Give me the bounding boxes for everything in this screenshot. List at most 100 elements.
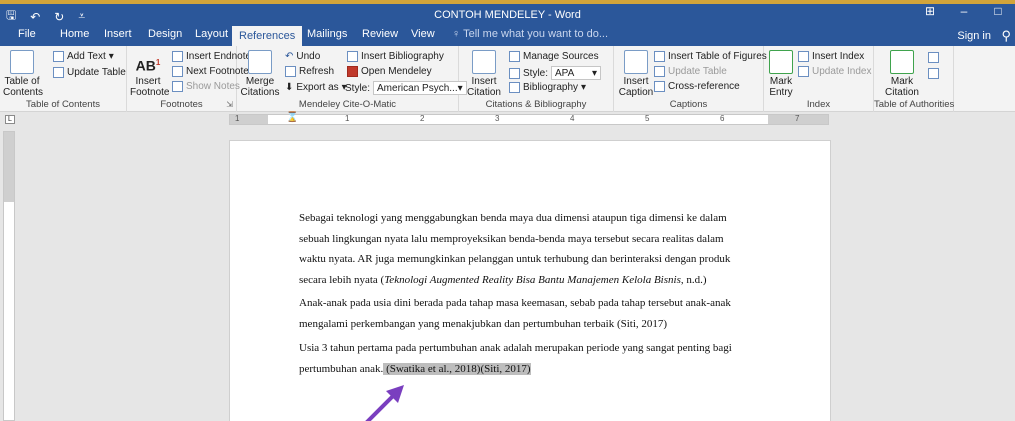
update-index-button[interactable]: Update Index: [798, 66, 872, 77]
paragraph-1-line-4: secara lebih nyata (Teknologi Augmented …: [299, 273, 707, 286]
endnote-icon: [172, 51, 183, 62]
citation-style-dropdown[interactable]: APA ▾: [551, 66, 602, 80]
window-controls: ⊞ – □: [913, 4, 1015, 18]
dropdown-arrow-icon: ▾: [591, 67, 598, 79]
ruler-number: 3: [495, 114, 500, 123]
insert-footnote-button[interactable]: AB1 Insert Footnote: [130, 50, 169, 98]
accent-strip: [0, 0, 1015, 4]
bibliography-button[interactable]: Bibliography ▾: [509, 82, 586, 93]
export-as-button[interactable]: ⬇ Export as ▾: [285, 82, 347, 93]
bibliography-icon: [509, 82, 520, 93]
mark-citation-icon: [890, 50, 914, 74]
update-authorities-icon[interactable]: [928, 68, 939, 79]
tab-selector[interactable]: L: [5, 115, 15, 124]
footnote-icon: AB1: [135, 57, 161, 74]
cross-reference-button[interactable]: Cross-reference: [654, 81, 740, 92]
update-table-button[interactable]: Update Table: [53, 67, 126, 78]
tab-home[interactable]: Home: [60, 28, 89, 40]
table-of-contents-button[interactable]: Table of Contents: [3, 50, 43, 98]
tab-file[interactable]: File: [18, 28, 36, 40]
group-authorities: Mark Citation Table of Authorities: [874, 46, 954, 112]
insert-index-button[interactable]: Insert Index: [798, 51, 864, 62]
paragraph-1-line-3: waktu nyata. AR juga memungkinkan pelang…: [299, 253, 731, 265]
manage-sources-icon: [509, 51, 520, 62]
tab-design[interactable]: Design: [148, 28, 182, 40]
manage-sources-button[interactable]: Manage Sources: [509, 51, 599, 62]
paragraph-3-line-1: Usia 3 tahun pertama pada pertumbuhan an…: [299, 342, 732, 354]
update-figures-table-button[interactable]: Update Table: [654, 66, 727, 77]
maximize-icon[interactable]: □: [981, 4, 1015, 18]
paragraph-2[interactable]: Anak-anak pada usia dini berada pada tah…: [299, 293, 761, 334]
merge-citations-icon: [248, 50, 272, 74]
add-text-icon: [53, 51, 64, 62]
tab-layout[interactable]: Layout: [195, 28, 228, 40]
group-label-captions: Captions: [669, 99, 708, 110]
paragraph-3[interactable]: Usia 3 tahun pertama pada pertumbuhan an…: [299, 338, 761, 379]
show-notes-button[interactable]: Show Notes: [172, 81, 240, 92]
minimize-icon[interactable]: –: [947, 4, 981, 18]
group-label-index: Index: [806, 99, 831, 110]
document-page[interactable]: Sebagai teknologi yang menggabungkan ben…: [229, 140, 831, 421]
export-icon: ⬇: [285, 82, 294, 93]
insert-citation-button[interactable]: Insert Citation: [464, 50, 504, 98]
paragraph-2-line-2: mengalami perkembangan yang menakjubkan …: [299, 317, 668, 330]
mendeley-undo-button[interactable]: ↶ Undo: [285, 51, 320, 62]
group-footnotes: AB1 Insert Footnote Insert Endnote Next …: [127, 46, 257, 112]
horizontal-ruler[interactable]: 1 ⌛ 1 2 3 4 5 6 7: [229, 112, 829, 125]
citation-style-selector[interactable]: Style: APA ▾: [509, 66, 602, 80]
refresh-icon: [285, 66, 296, 77]
cross-reference-icon: [654, 81, 665, 92]
paragraph-1-line-1: Sebagai teknologi yang menggabungkan ben…: [299, 212, 727, 224]
sign-in-link[interactable]: Sign in: [957, 30, 991, 42]
dialog-launcher-icon[interactable]: ⇲: [226, 100, 233, 109]
selected-citation[interactable]: (Swatika et al., 2018)(Siti, 2017): [383, 362, 531, 375]
ruler-number: 1: [345, 114, 350, 123]
mendeley-refresh-button[interactable]: Refresh: [285, 66, 334, 77]
ruler-number: 4: [570, 114, 575, 123]
mendeley-style-dropdown[interactable]: American Psych... ▾: [373, 81, 467, 95]
ribbon-display-icon[interactable]: ⊞: [913, 4, 947, 18]
update-table-icon: [53, 67, 64, 78]
open-mendeley-button[interactable]: Open Mendeley: [347, 66, 432, 77]
paragraph-2-line-1: Anak-anak pada usia dini berada pada tah…: [299, 297, 731, 309]
insert-citation-icon: [472, 50, 496, 74]
paragraph-3-line-2: pertumbuhan anak. (Swatika et al., 2018)…: [299, 362, 531, 375]
group-table-of-contents: Table of Contents Add Text ▾ Update Table…: [0, 46, 127, 112]
ribbon: Table of Contents Add Text ▾ Update Table…: [0, 46, 1015, 112]
document-title: CONTOH MENDELEY - Word: [434, 9, 581, 21]
tab-insert[interactable]: Insert: [104, 28, 132, 40]
paragraph-1-line-2: sebuah lingkungan nyata lalu memproyeksi…: [299, 232, 724, 245]
dropdown-arrow-icon: ▾: [581, 82, 587, 93]
mendeley-logo-icon: [347, 66, 358, 77]
mark-entry-button[interactable]: Mark Entry: [766, 50, 796, 98]
insert-table-of-authorities-icon[interactable]: [928, 52, 939, 63]
update-table-icon: [654, 66, 665, 77]
add-text-button[interactable]: Add Text ▾: [53, 51, 114, 62]
ruler-number: 1: [235, 114, 240, 123]
insert-table-of-figures-button[interactable]: Insert Table of Figures: [654, 51, 767, 62]
tell-me-box[interactable]: ♀ Tell me what you want to do...: [452, 28, 608, 40]
group-mendeley: Merge Citations ↶ Undo Refresh ⬇ Export as…: [237, 46, 467, 112]
merge-citations-button[interactable]: Merge Citations: [240, 50, 280, 98]
share-person-icon[interactable]: ⚲: [1001, 28, 1011, 44]
group-label-mendeley: Mendeley Cite-O-Matic: [298, 99, 397, 110]
table-of-figures-icon: [654, 51, 665, 62]
mark-citation-button[interactable]: Mark Citation: [882, 50, 922, 98]
insert-index-icon: [798, 51, 809, 62]
annotation-arrow: [365, 385, 404, 421]
paragraph-1[interactable]: Sebagai teknologi yang menggabungkan ben…: [299, 208, 761, 290]
tab-references[interactable]: References: [232, 26, 303, 46]
vertical-ruler[interactable]: [3, 131, 15, 421]
tab-view[interactable]: View: [411, 28, 435, 40]
bibliography-icon: [347, 51, 358, 62]
insert-caption-button[interactable]: Insert Caption: [618, 50, 654, 98]
tab-review[interactable]: Review: [362, 28, 398, 40]
undo-arrow-icon: ↶: [285, 51, 294, 62]
lightbulb-icon: ♀: [452, 28, 461, 40]
tab-mailings[interactable]: Mailings: [307, 28, 347, 40]
group-captions: Insert Caption Insert Table of Figures U…: [614, 46, 767, 112]
mendeley-style-selector[interactable]: Style: American Psych... ▾: [345, 81, 467, 95]
ribbon-tabs: File Home Insert Design Layout Reference…: [0, 24, 1015, 46]
insert-bibliography-button[interactable]: Insert Bibliography: [347, 51, 444, 62]
indent-marker-icon[interactable]: ⌛: [286, 112, 298, 123]
